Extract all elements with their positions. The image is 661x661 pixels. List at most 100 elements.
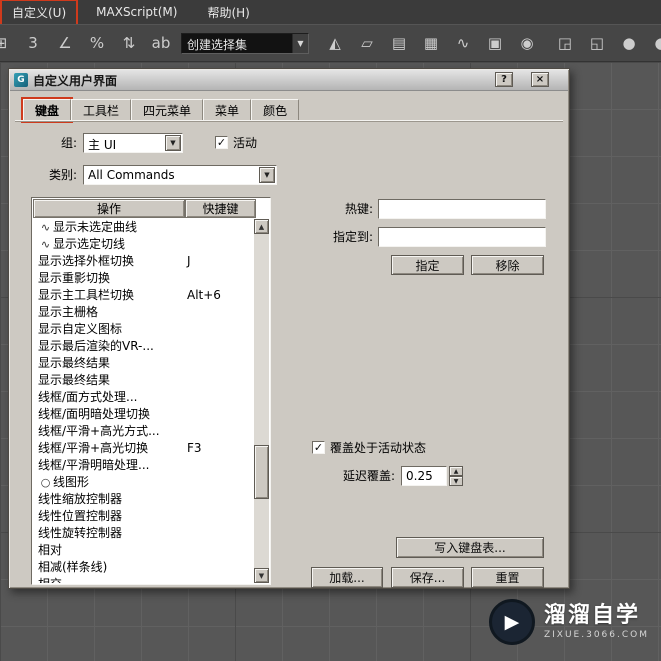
scroll-down-icon[interactable]: ▼ bbox=[254, 568, 269, 583]
tab-quads[interactable]: 四元菜单 bbox=[131, 99, 204, 121]
action-cell: 线框/平滑+高光方式... bbox=[38, 424, 160, 438]
group-dropdown[interactable]: 主 UI ▼ bbox=[83, 133, 183, 153]
edit-named-selection-sets-icon[interactable]: ab bbox=[146, 28, 176, 58]
overrides-active-checkbox[interactable]: ✓ bbox=[312, 441, 325, 454]
activeshade-icon[interactable]: ◐ bbox=[646, 28, 661, 58]
menu-item-maxscript[interactable]: MAXScript(M) bbox=[86, 2, 187, 22]
spinner-up-icon[interactable]: ▲ bbox=[449, 466, 463, 476]
action-cell: 显示自定义图标 bbox=[38, 322, 123, 336]
table-row[interactable]: 线性缩放控制器 bbox=[33, 491, 254, 508]
action-cell: 显示未选定曲线 bbox=[53, 220, 138, 234]
tab-toolbars[interactable]: 工具栏 bbox=[71, 99, 132, 121]
action-cell: 显示选定切线 bbox=[53, 237, 126, 251]
chevron-down-icon[interactable]: ▼ bbox=[292, 33, 308, 53]
action-cell: 线性旋转控制器 bbox=[38, 526, 123, 540]
category-value: All Commands bbox=[88, 168, 175, 182]
action-list: 操作 快捷键 ∿ 显示未选定曲线 ∿ 显示选定切线 显示选择外框切换 J 显示重影切换… bbox=[31, 197, 271, 585]
tab-colors[interactable]: 颜色 bbox=[251, 99, 300, 121]
layer-manager-icon[interactable]: ▤ bbox=[384, 28, 414, 58]
table-row[interactable]: 显示主栅格 bbox=[33, 304, 254, 321]
table-row[interactable]: 线性位置控制器 bbox=[33, 508, 254, 525]
action-cell: 线性位置控制器 bbox=[38, 509, 123, 523]
clipped-toolbar-icon[interactable]: ⊞ bbox=[0, 28, 16, 58]
hotkey-input[interactable] bbox=[378, 199, 546, 219]
schematic-view-icon[interactable]: ▣ bbox=[480, 28, 510, 58]
spinner-down-icon[interactable]: ▼ bbox=[449, 476, 463, 486]
shortcut-cell: Alt+6 bbox=[187, 288, 221, 302]
write-keyboard-chart-button[interactable]: 写入键盘表... bbox=[396, 537, 544, 558]
snap-toggle-3d-icon[interactable]: 3 bbox=[18, 28, 48, 58]
tab-strip: 键盘 工具栏 四元菜单 菜单 颜色 bbox=[20, 97, 300, 123]
dialog-titlebar[interactable]: G 自定义用户界面 bbox=[10, 70, 568, 91]
column-header-action[interactable]: 操作 bbox=[33, 199, 185, 218]
render-setup-icon[interactable]: ◲ bbox=[550, 28, 580, 58]
named-selection-set-combo[interactable]: 创建选择集 ▼ bbox=[181, 32, 309, 54]
action-cell: 显示最终结果 bbox=[38, 373, 111, 387]
render-production-icon[interactable]: ● bbox=[614, 28, 644, 58]
app-logo-icon: G bbox=[14, 73, 28, 87]
load-button[interactable]: 加载... bbox=[311, 567, 383, 588]
table-row[interactable]: 显示选择外框切换 J bbox=[33, 253, 254, 270]
curve-editor-icon[interactable]: ∿ bbox=[448, 28, 478, 58]
table-row[interactable]: 线框/平滑明暗处理... bbox=[33, 457, 254, 474]
category-dropdown[interactable]: All Commands ▼ bbox=[83, 165, 277, 185]
rendered-frame-icon[interactable]: ◱ bbox=[582, 28, 612, 58]
scroll-up-icon[interactable]: ▲ bbox=[254, 219, 269, 234]
graphite-tools-icon[interactable]: ▦ bbox=[416, 28, 446, 58]
table-row[interactable]: 线框/面方式处理... bbox=[33, 389, 254, 406]
table-row[interactable]: 线性旋转控制器 bbox=[33, 525, 254, 542]
menu-item-customize[interactable]: 自定义(U) bbox=[0, 0, 79, 26]
menu-item-help[interactable]: 帮助(H) bbox=[197, 1, 259, 24]
table-row[interactable]: 显示最终结果 bbox=[33, 355, 254, 372]
help-button[interactable]: ? bbox=[495, 72, 513, 87]
mirror-icon[interactable]: ◭ bbox=[320, 28, 350, 58]
align-icon[interactable]: ▱ bbox=[352, 28, 382, 58]
save-button[interactable]: 保存... bbox=[391, 567, 464, 588]
table-row[interactable]: 线框/平滑+高光切换 F3 bbox=[33, 440, 254, 457]
percent-snap-icon[interactable]: % bbox=[82, 28, 112, 58]
action-cell: 相交 bbox=[38, 577, 62, 583]
action-cell: 线性缩放控制器 bbox=[38, 492, 123, 506]
table-row[interactable]: ○ 线图形 bbox=[33, 474, 254, 491]
action-cell: 显示重影切换 bbox=[38, 271, 111, 285]
scrollbar-thumb[interactable] bbox=[254, 444, 269, 500]
active-checkbox[interactable]: ✓ bbox=[215, 136, 228, 149]
close-button[interactable]: × bbox=[531, 72, 549, 87]
action-cell: 线框/面明暗处理切换 bbox=[38, 407, 151, 421]
spinner-snap-icon[interactable]: ⇅ bbox=[114, 28, 144, 58]
action-cell: 显示最终结果 bbox=[38, 356, 111, 370]
material-editor-icon[interactable]: ◉ bbox=[512, 28, 542, 58]
list-body: ∿ 显示未选定曲线 ∿ 显示选定切线 显示选择外框切换 J 显示重影切换 显示主工具栏… bbox=[33, 219, 254, 583]
tab-keyboard[interactable]: 键盘 bbox=[20, 97, 74, 123]
chevron-down-icon[interactable]: ▼ bbox=[165, 135, 181, 151]
remove-button[interactable]: 移除 bbox=[471, 255, 544, 275]
table-row[interactable]: 相对 bbox=[33, 542, 254, 559]
assigned-to-input[interactable] bbox=[378, 227, 546, 247]
chevron-down-icon[interactable]: ▼ bbox=[259, 167, 275, 183]
table-row[interactable]: 相交 bbox=[33, 576, 254, 583]
action-cell: 线图形 bbox=[53, 475, 90, 489]
group-label: 组: bbox=[60, 136, 77, 150]
table-row[interactable]: 显示最终结果 bbox=[33, 372, 254, 389]
tab-menus[interactable]: 菜单 bbox=[203, 99, 252, 121]
table-row[interactable]: ∿ 显示选定切线 bbox=[33, 236, 254, 253]
selected-tangents-icon: ∿ bbox=[40, 238, 51, 251]
application-window: 自定义(U) MAXScript(M) 帮助(H) ⊞ 3 ∠ % ⇅ ab 创… bbox=[0, 0, 661, 661]
delay-spinner[interactable]: ▲ ▼ bbox=[449, 466, 463, 486]
table-row[interactable]: ∿ 显示未选定曲线 bbox=[33, 219, 254, 236]
column-header-shortcut[interactable]: 快捷键 bbox=[185, 199, 256, 218]
table-row[interactable]: 相减(样条线) bbox=[33, 559, 254, 576]
reset-button[interactable]: 重置 bbox=[471, 567, 544, 588]
delay-input[interactable] bbox=[401, 466, 447, 486]
table-row[interactable]: 线框/面明暗处理切换 bbox=[33, 406, 254, 423]
table-row[interactable]: 显示自定义图标 bbox=[33, 321, 254, 338]
table-row[interactable]: 显示重影切换 bbox=[33, 270, 254, 287]
table-row[interactable]: 显示最后渲染的VR-... bbox=[33, 338, 254, 355]
assign-button[interactable]: 指定 bbox=[391, 255, 464, 275]
table-row[interactable]: 线框/平滑+高光方式... bbox=[33, 423, 254, 440]
hotkey-label: 热键: bbox=[344, 202, 373, 216]
angle-snap-icon[interactable]: ∠ bbox=[50, 28, 80, 58]
table-row[interactable]: 显示主工具栏切换 Alt+6 bbox=[33, 287, 254, 304]
list-scrollbar[interactable]: ▲ ▼ bbox=[254, 219, 269, 583]
line-shape-icon: ○ bbox=[40, 476, 51, 489]
